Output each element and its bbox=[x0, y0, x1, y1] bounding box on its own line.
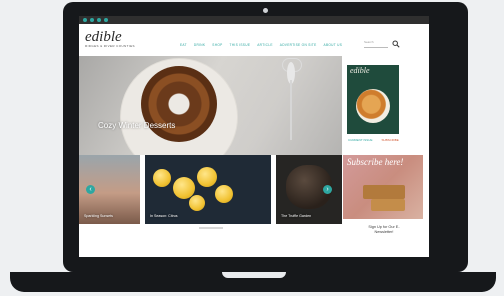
subscribe-link[interactable]: SUBSCRIBE bbox=[381, 138, 398, 142]
hero-caption: Cozy Winter Desserts bbox=[98, 121, 176, 130]
subscribe-panel: Subscribe here! Sign Up for Our E- Newsl… bbox=[342, 155, 429, 257]
logo-subtitle: RIDGES & RIVER COUNTIES bbox=[85, 44, 135, 48]
newsletter-line-2: Newsletter! bbox=[374, 230, 394, 234]
lemon-image bbox=[153, 169, 171, 187]
carousel-indicator bbox=[199, 227, 223, 229]
camera-icon bbox=[263, 8, 268, 13]
logo-word: edible bbox=[85, 29, 122, 45]
carousel-tile[interactable]: In Season: Citrus bbox=[145, 155, 271, 224]
twitter-icon[interactable] bbox=[83, 18, 87, 22]
screen: edible RIDGES & RIVER COUNTIES EAT DRINK… bbox=[79, 16, 429, 257]
main-nav: EAT DRINK SHOP THIS ISSUE ARTICLE ADVERT… bbox=[180, 43, 342, 47]
nav-item-this-issue[interactable]: THIS ISSUE bbox=[230, 43, 251, 47]
nav-item-eat[interactable]: EAT bbox=[180, 43, 187, 47]
magazine-cover[interactable]: edible bbox=[347, 65, 399, 134]
utility-bar bbox=[79, 16, 429, 24]
carousel-tile[interactable]: The Truffle Garden bbox=[276, 155, 342, 224]
carousel-caption: Sparkling Sunsets bbox=[84, 214, 113, 218]
hero-banner[interactable]: Cozy Winter Desserts bbox=[79, 56, 342, 159]
carousel-prev-button[interactable]: ‹ bbox=[86, 185, 95, 194]
subscribe-script: Subscribe here! bbox=[347, 157, 404, 167]
nav-item-shop[interactable]: SHOP bbox=[212, 43, 222, 47]
pinterest-icon[interactable] bbox=[104, 18, 108, 22]
site-logo[interactable]: edible RIDGES & RIVER COUNTIES bbox=[85, 30, 157, 54]
spoon-handle-image bbox=[290, 80, 292, 140]
bundt-cake-image bbox=[141, 66, 217, 142]
carousel-caption: The Truffle Garden bbox=[281, 214, 312, 218]
carousel-caption: In Season: Citrus bbox=[150, 214, 178, 218]
newsletter-heading[interactable]: Sign Up for Our E- Newsletter! bbox=[342, 225, 426, 235]
lemon-image bbox=[197, 167, 217, 187]
nav-item-drink[interactable]: DRINK bbox=[194, 43, 205, 47]
site-header: edible RIDGES & RIVER COUNTIES EAT DRINK… bbox=[79, 24, 429, 56]
lemon-image bbox=[189, 195, 205, 211]
lemon-image bbox=[215, 185, 233, 203]
laptop-notch bbox=[222, 272, 286, 278]
nav-item-article[interactable]: ARTICLE bbox=[257, 43, 273, 47]
carousel-next-button[interactable]: › bbox=[323, 185, 332, 194]
nav-item-advertise[interactable]: ADVERTISE ON SITE bbox=[280, 43, 317, 47]
soup-bowl-image bbox=[356, 89, 390, 123]
instagram-icon[interactable] bbox=[97, 18, 101, 22]
facebook-icon[interactable] bbox=[90, 18, 94, 22]
search-icon[interactable] bbox=[392, 40, 400, 48]
featured-carousel: Sparkling Sunsets In Season: Citrus The … bbox=[79, 155, 342, 234]
magazine-panel: edible CURRENT ISSUE SUBSCRIBE bbox=[342, 56, 429, 159]
bread-image bbox=[371, 199, 405, 211]
search-input[interactable]: Search bbox=[364, 40, 388, 48]
subscribe-image[interactable]: Subscribe here! bbox=[343, 155, 423, 219]
current-issue-link[interactable]: CURRENT ISSUE bbox=[348, 138, 372, 142]
nav-item-about-us[interactable]: ABOUT US bbox=[324, 43, 343, 47]
bread-image bbox=[363, 185, 405, 199]
magazine-title: edible bbox=[350, 66, 370, 75]
